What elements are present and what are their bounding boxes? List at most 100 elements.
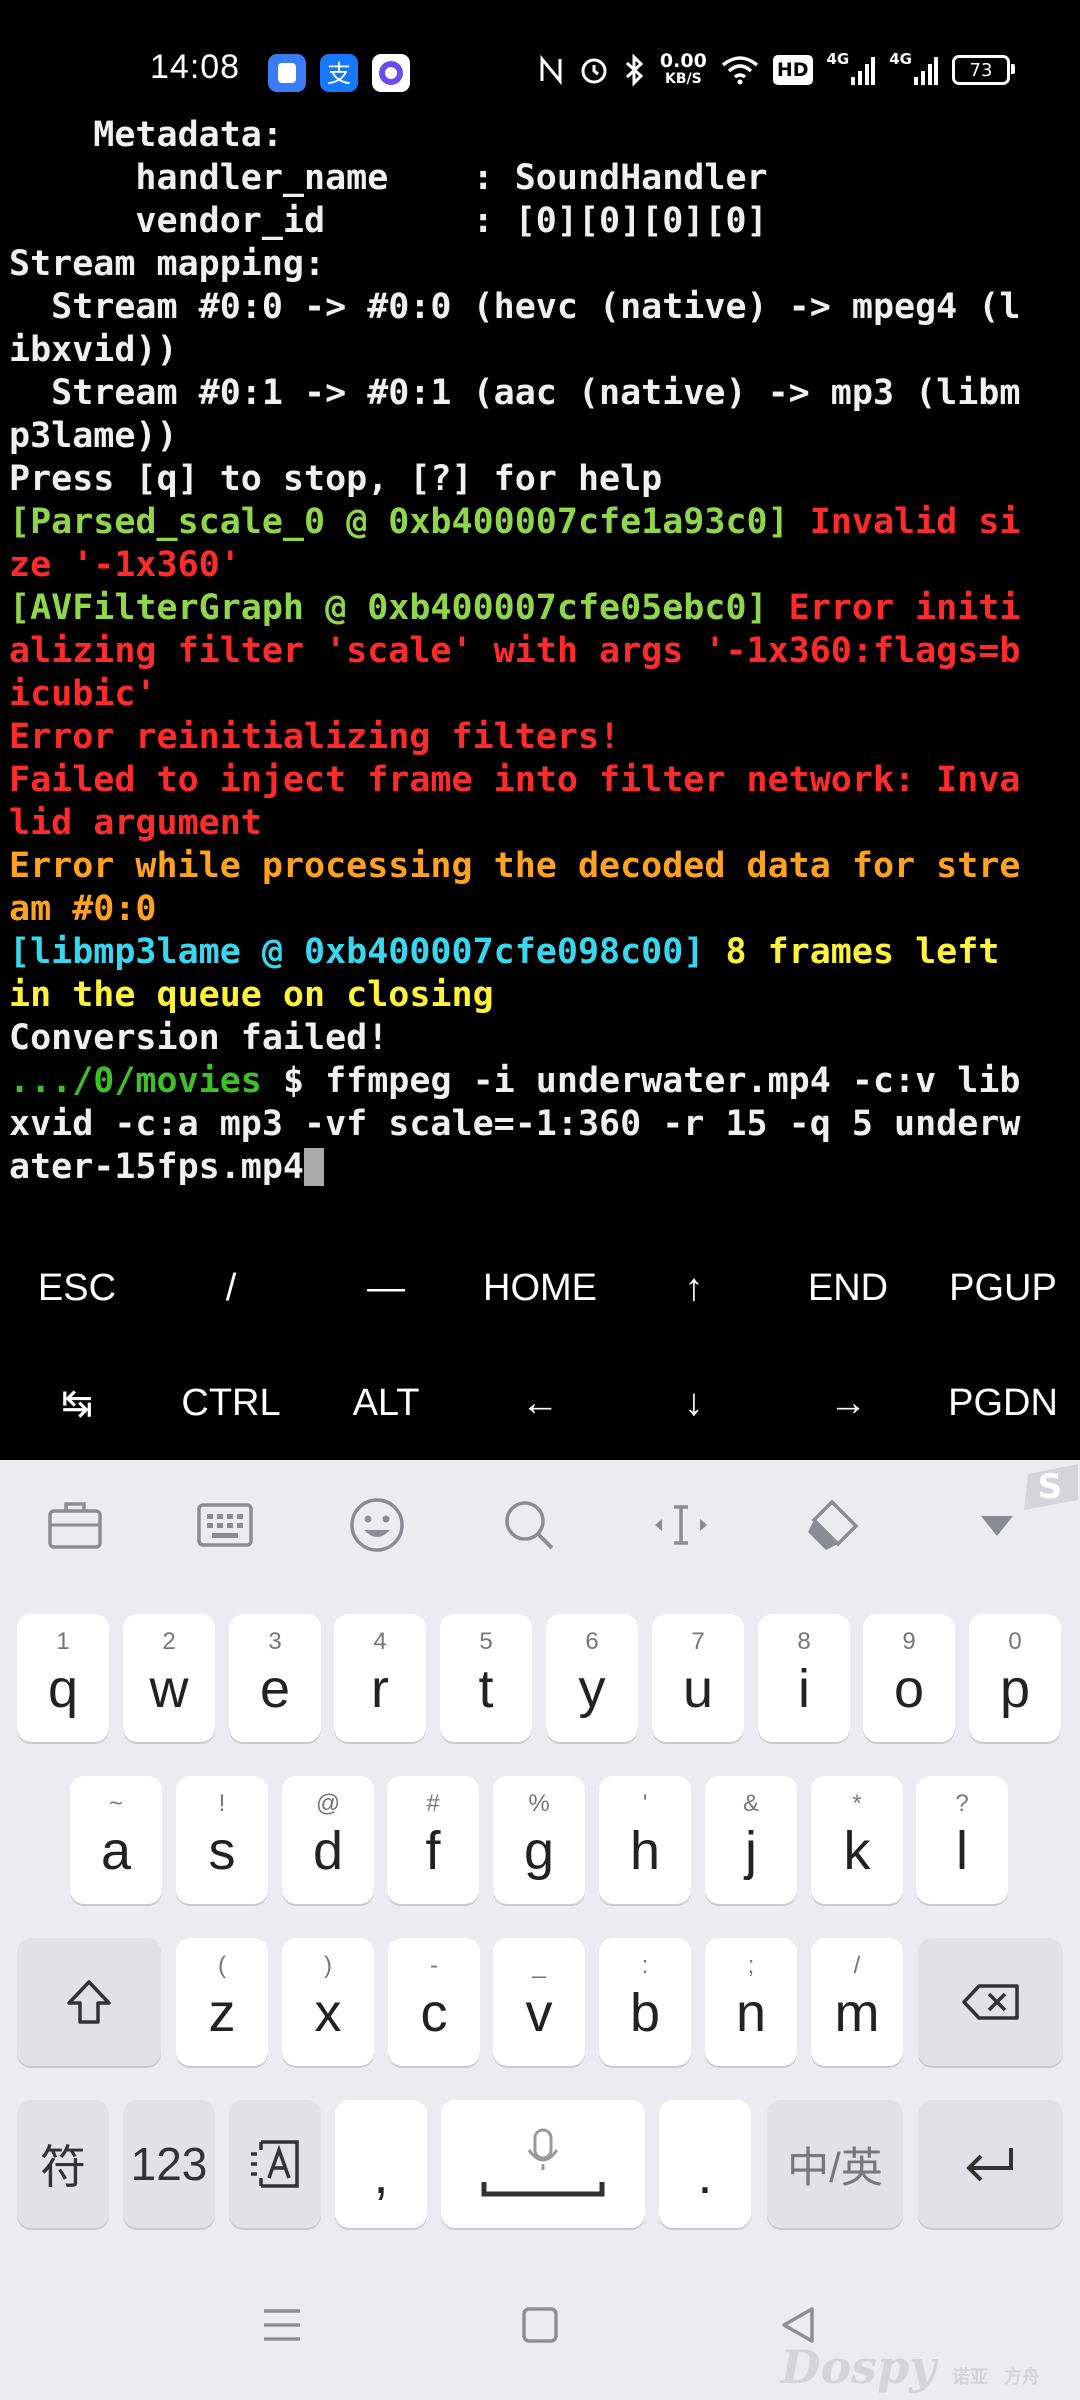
terminal-line: Stream #0:1 -> #0:1 (aac (native) -> mp3…: [9, 372, 1075, 415]
alarm-icon: [578, 50, 610, 90]
backspace-icon: [918, 1938, 1063, 2066]
key-label: w: [149, 1659, 189, 1719]
key-l[interactable]: ? l: [916, 1776, 1008, 1904]
language-switch-key[interactable]: 中/英: [767, 2100, 903, 2228]
key-a[interactable]: ~ a: [70, 1776, 162, 1904]
dash-key[interactable]: —: [309, 1238, 463, 1338]
left-arrow-key[interactable]: ←: [463, 1353, 617, 1453]
key-x[interactable]: ) x: [282, 1938, 374, 2066]
key-z[interactable]: (z: [176, 1938, 268, 2066]
numbers-key[interactable]: 123: [123, 2100, 215, 2228]
cursor-move-icon[interactable]: [646, 1490, 716, 1560]
key-hint: _: [532, 1952, 546, 1979]
space-voice-icon: [441, 2100, 645, 2228]
period-key[interactable]: .: [659, 2100, 751, 2228]
clipboard-icon[interactable]: [40, 1490, 110, 1560]
home-nav-icon[interactable]: [500, 2290, 580, 2360]
terminal-text: handler_name : SoundHandler: [9, 158, 768, 198]
terminal-text: Invalid si: [809, 502, 1021, 542]
key-label: p: [999, 1659, 1031, 1719]
key-f[interactable]: # f: [387, 1776, 479, 1904]
terminal-text: am #0:0: [9, 889, 157, 929]
key-hint: ?: [955, 1790, 969, 1817]
watermark-brand: Dospy: [780, 2340, 936, 2394]
terminal-text: lid argument: [9, 803, 262, 843]
key-i[interactable]: 8i: [758, 1614, 850, 1742]
key-hint: 1: [56, 1628, 70, 1655]
key-t[interactable]: 5t: [440, 1614, 532, 1742]
terminal-text: .../0/movies: [9, 1061, 262, 1101]
space-key[interactable]: [441, 2100, 645, 2228]
enter-icon: [918, 2100, 1063, 2228]
esc-key[interactable]: ESC: [0, 1238, 154, 1338]
notification-app-icon-1: [268, 54, 306, 92]
key-hint: 8: [797, 1628, 811, 1655]
emoji-icon[interactable]: [342, 1490, 412, 1560]
keyboard-layout-icon[interactable]: [190, 1490, 260, 1560]
key-n[interactable]: ; n: [705, 1938, 797, 2066]
enter-key[interactable]: [918, 2100, 1063, 2228]
search-icon[interactable]: [494, 1490, 564, 1560]
key-p[interactable]: 0p: [969, 1614, 1061, 1742]
key-m[interactable]: / m: [811, 1938, 903, 2066]
key-c[interactable]: -c: [388, 1938, 480, 2066]
terminal-text: Error initi: [788, 588, 1021, 628]
key-k[interactable]: * k: [811, 1776, 903, 1904]
key-w[interactable]: 2w: [123, 1614, 215, 1742]
alt-key[interactable]: ALT: [309, 1353, 463, 1453]
network-speed-unit: KB/S: [665, 71, 702, 87]
backspace-key[interactable]: [918, 1938, 1063, 2066]
up-arrow-key[interactable]: ↑: [617, 1238, 771, 1338]
terminal-line: [AVFilterGraph @ 0xb400007cfe05ebc0] Err…: [9, 587, 1075, 630]
terminal-text: in the queue on closing: [9, 975, 494, 1015]
terminal-text: alizing filter 'scale' with args '-1x360…: [9, 631, 1021, 671]
key-g[interactable]: % g: [493, 1776, 585, 1904]
comma-key[interactable]: ,: [335, 2100, 427, 2228]
terminal-text: Stream mapping:: [9, 244, 326, 284]
skin-theme-icon[interactable]: [798, 1490, 868, 1560]
ctrl-key[interactable]: CTRL: [154, 1353, 308, 1453]
key-label: f: [425, 1821, 441, 1881]
key-y[interactable]: 6y: [546, 1614, 638, 1742]
symbols-key[interactable]: 符: [17, 2100, 109, 2228]
watermark-sub1: 诺亚: [951, 2367, 988, 2388]
key-hint: 3: [268, 1628, 282, 1655]
key-r[interactable]: 4r: [334, 1614, 426, 1742]
shift-key[interactable]: [17, 1938, 161, 2066]
key-j[interactable]: & j: [705, 1776, 797, 1904]
bluetooth-icon: [624, 50, 646, 90]
comma-label: ,: [373, 2145, 389, 2205]
terminal-text: ater-15fps.mp4: [9, 1147, 305, 1187]
pgdn-key[interactable]: PGDN: [926, 1353, 1080, 1453]
terminal-line: Failed to inject frame into filter netwo…: [9, 759, 1075, 802]
key-hint: ~: [108, 1790, 123, 1817]
key-hint: 4: [373, 1628, 387, 1655]
terminal-cursor: [304, 1148, 325, 1186]
text-recognition-key[interactable]: [229, 2100, 321, 2228]
slash-key[interactable]: /: [154, 1238, 308, 1338]
tab-key[interactable]: ↹: [0, 1353, 154, 1453]
key-u[interactable]: 7u: [652, 1614, 744, 1742]
key-label: b: [629, 1983, 661, 2043]
end-key[interactable]: END: [771, 1238, 925, 1338]
key-o[interactable]: 9o: [863, 1614, 955, 1742]
key-label: y: [578, 1659, 606, 1719]
key-d[interactable]: @ d: [282, 1776, 374, 1904]
key-b[interactable]: :b: [599, 1938, 691, 2066]
key-e[interactable]: 3e: [229, 1614, 321, 1742]
key-q[interactable]: 1q: [17, 1614, 109, 1742]
right-arrow-key[interactable]: →: [771, 1353, 925, 1453]
period-label: .: [697, 2145, 713, 2205]
terminal-line: xvid -c:a mp3 -vf scale=-1:360 -r 15 -q …: [9, 1103, 1075, 1146]
key-s[interactable]: ! s: [176, 1776, 268, 1904]
key-h[interactable]: ' h: [599, 1776, 691, 1904]
home-key[interactable]: HOME: [463, 1238, 617, 1338]
pgup-key[interactable]: PGUP: [926, 1238, 1080, 1338]
down-arrow-key[interactable]: ↓: [617, 1353, 771, 1453]
key-v[interactable]: _ v: [493, 1938, 585, 2066]
menu-nav-icon[interactable]: [242, 2290, 322, 2360]
terminal-line: icubic': [9, 673, 1075, 716]
terminal-text: Error while processing the decoded data …: [9, 846, 1021, 886]
terminal-output[interactable]: Metadata: handler_name : SoundHandler ve…: [0, 112, 1080, 1192]
terminal-line: ibxvid)): [9, 329, 1075, 372]
